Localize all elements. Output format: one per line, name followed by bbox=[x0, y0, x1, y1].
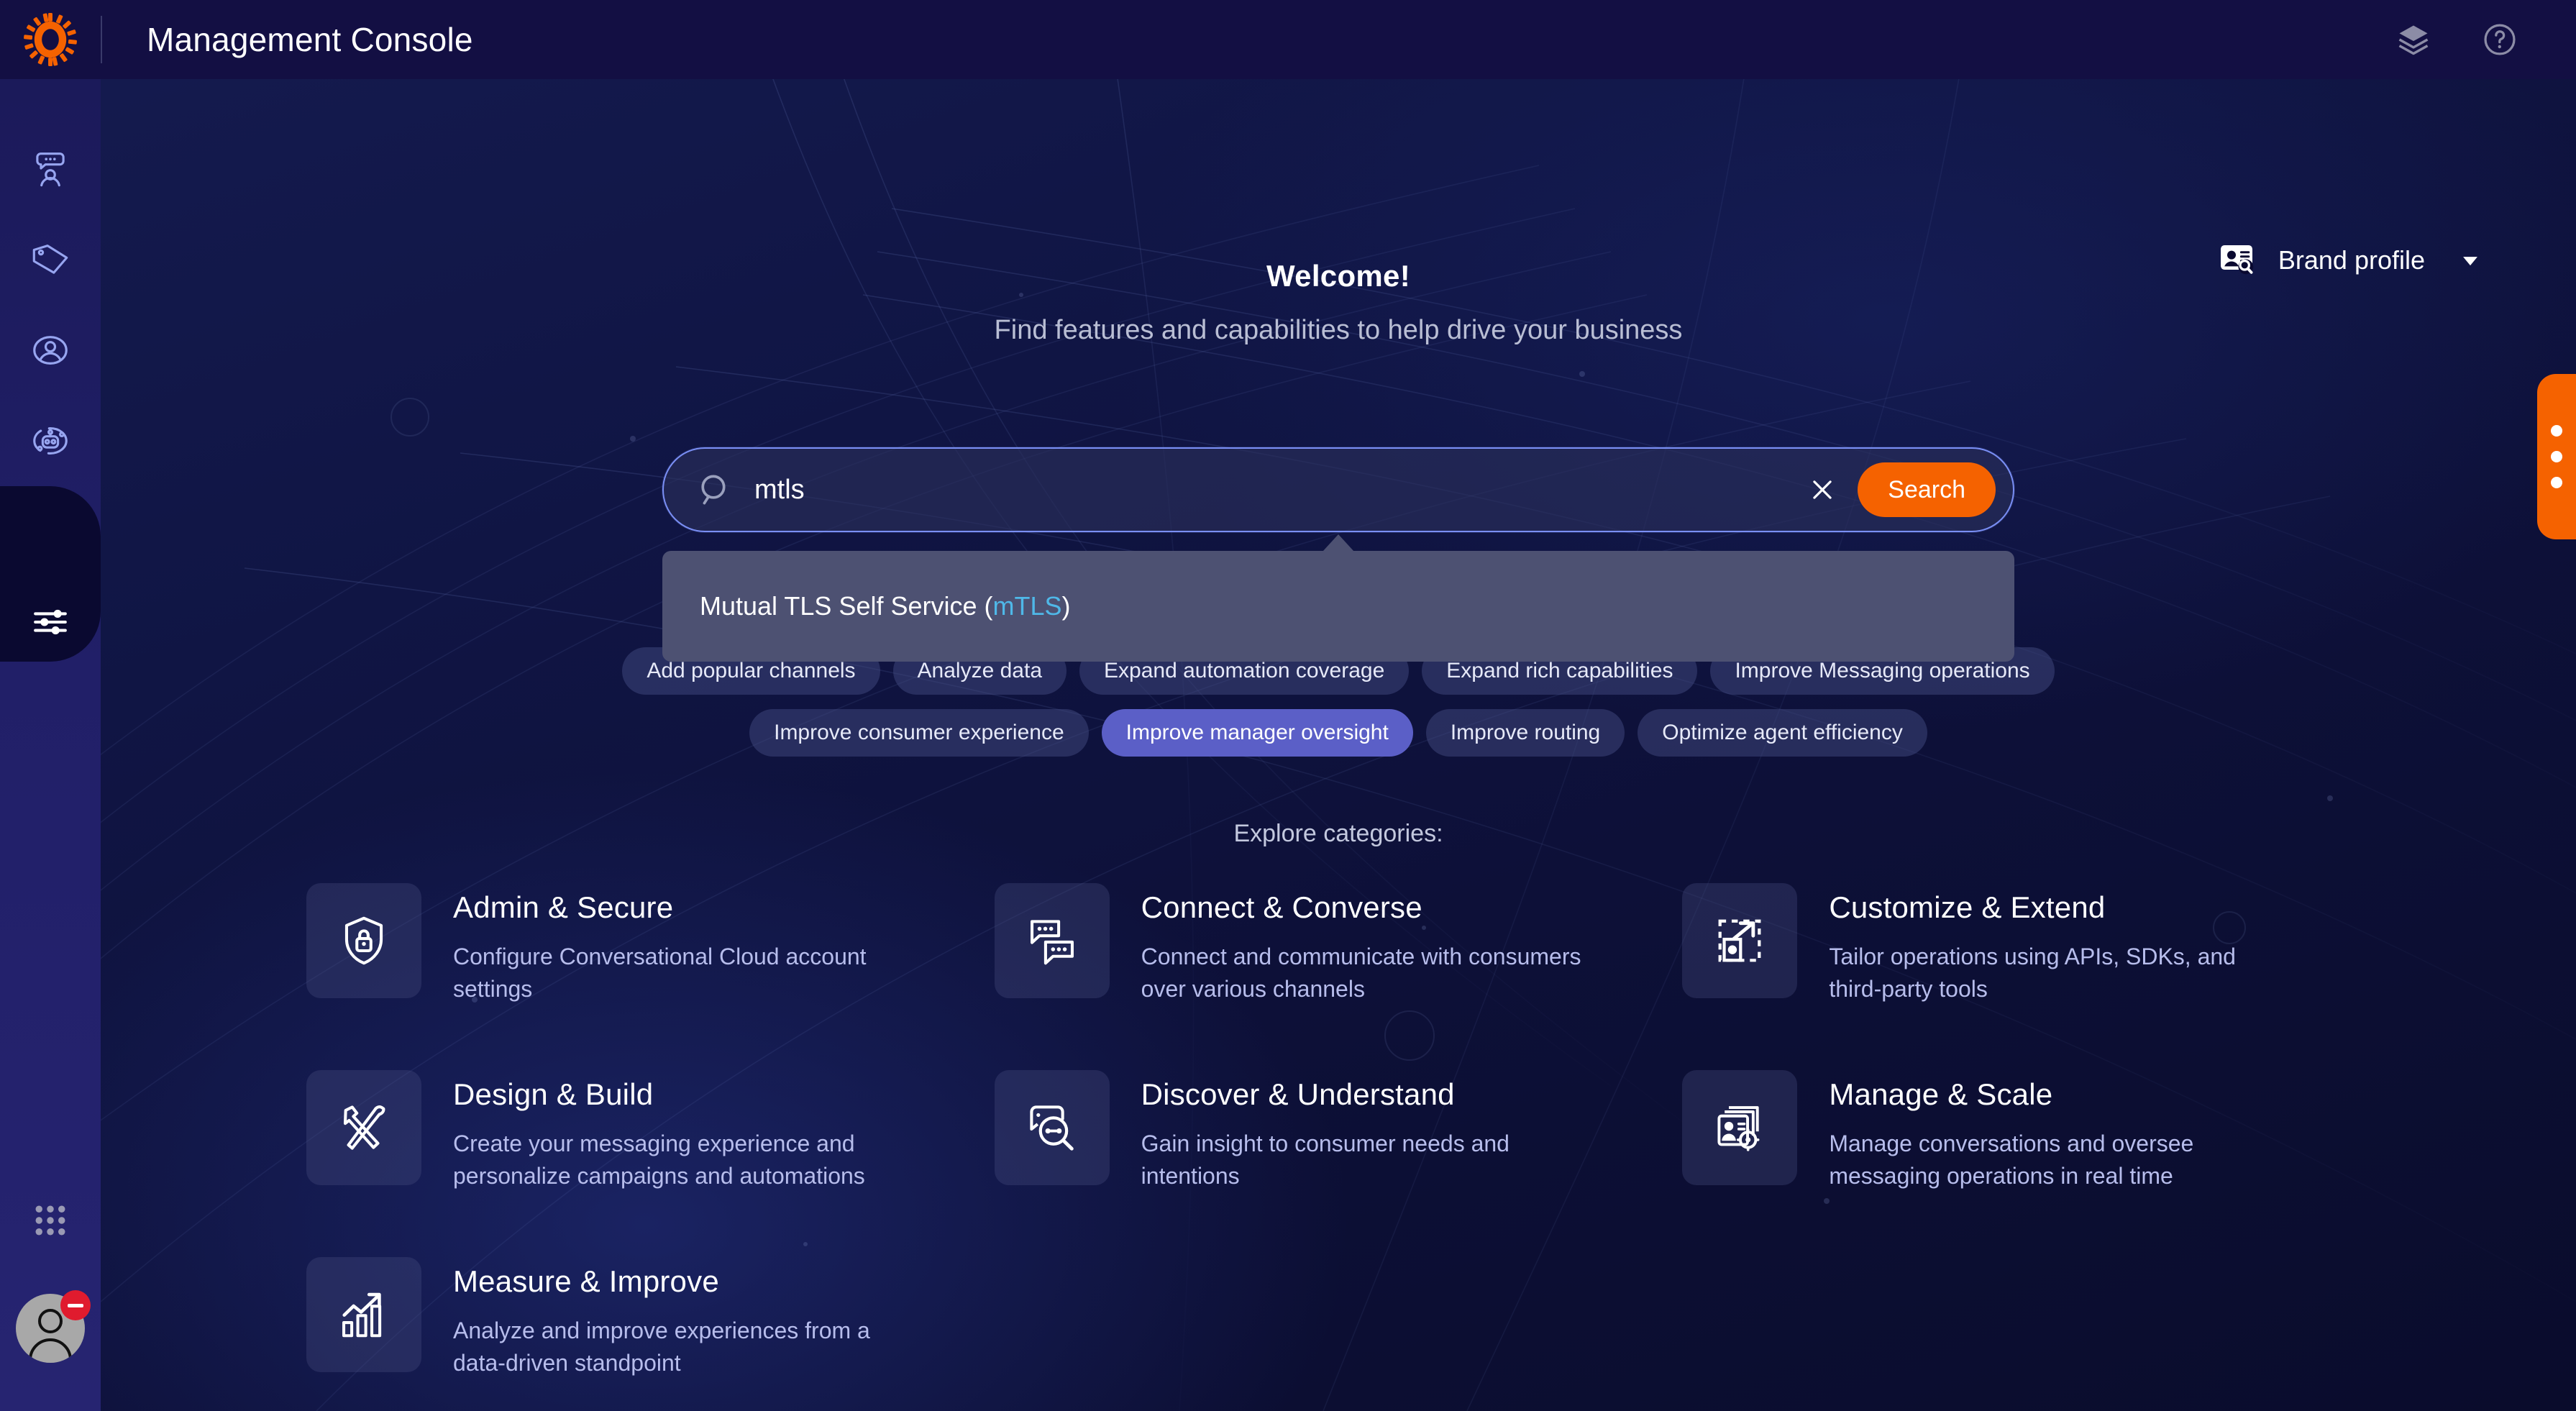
category-card-measure-improve[interactable]: Measure & Improve Analyze and improve ex… bbox=[306, 1257, 995, 1411]
chip-improve-manager-oversight[interactable]: Improve manager oversight bbox=[1101, 709, 1413, 757]
app-logo[interactable] bbox=[0, 0, 101, 79]
chat-bubbles-icon bbox=[1030, 920, 1074, 965]
chip-improve-consumer-experience[interactable]: Improve consumer experience bbox=[749, 709, 1089, 757]
chip-improve-routing[interactable]: Improve routing bbox=[1425, 709, 1625, 757]
category-card-admin-secure[interactable]: Admin & Secure Configure Conversational … bbox=[306, 883, 995, 1070]
sidebar-bottom bbox=[0, 1166, 101, 1382]
brand-profile-label: Brand profile bbox=[2278, 245, 2425, 275]
category-icon-tile bbox=[994, 1070, 1110, 1185]
category-icon-tile bbox=[994, 883, 1110, 998]
search-suggestions-dropdown: Mutual TLS Self Service (mTLS) bbox=[662, 551, 2014, 662]
category-card-connect-converse[interactable]: Connect & Converse Connect and communica… bbox=[994, 883, 1683, 1070]
hero-section: Welcome! Find features and capabilities … bbox=[101, 259, 2576, 346]
sliders-icon bbox=[34, 609, 67, 635]
gear-logo-icon bbox=[24, 13, 77, 66]
main-canvas: Brand profile Welcome! Find features and… bbox=[101, 79, 2576, 1411]
sidebar-item-profile[interactable] bbox=[0, 305, 101, 396]
extend-arrow-icon bbox=[1718, 919, 1761, 962]
search-submit-button[interactable]: Search bbox=[1858, 462, 1996, 517]
search-section: Search Mutual TLS Self Service (mTLS) bbox=[662, 447, 2014, 662]
category-icon-tile bbox=[1682, 883, 1798, 998]
sidebar-item-bot[interactable] bbox=[0, 396, 101, 486]
category-text: Customize & Extend Tailor operations usi… bbox=[1829, 883, 2289, 1006]
category-desc: Create your messaging experience and per… bbox=[453, 1131, 865, 1189]
category-title: Measure & Improve bbox=[453, 1264, 719, 1298]
header-divider bbox=[101, 16, 102, 63]
sidebar-item-agent-chat[interactable] bbox=[0, 124, 101, 214]
category-title: Connect & Converse bbox=[1141, 890, 1422, 924]
chip-optimize-agent-efficiency[interactable]: Optimize agent efficiency bbox=[1638, 709, 1927, 757]
category-desc: Analyze and improve experiences from a d… bbox=[453, 1318, 870, 1376]
three-dots-icon-dot bbox=[2551, 477, 2562, 488]
app-grid-button[interactable] bbox=[0, 1166, 101, 1274]
brand-profile-icon bbox=[2220, 245, 2254, 275]
hero-subtitle: Find features and capabilities to help d… bbox=[994, 315, 1683, 345]
category-title: Customize & Extend bbox=[1829, 890, 2106, 924]
top-header: Management Console bbox=[0, 0, 2576, 79]
app-grid-icon bbox=[35, 1205, 65, 1236]
left-sidebar bbox=[0, 79, 101, 1411]
category-icon-tile bbox=[1682, 1070, 1798, 1185]
category-title: Admin & Secure bbox=[453, 890, 674, 924]
suggestion-item[interactable]: Mutual TLS Self Service (mTLS) bbox=[700, 591, 1977, 621]
category-text: Discover & Understand Gain insight to co… bbox=[1141, 1070, 1602, 1193]
bot-icon bbox=[33, 427, 68, 455]
filter-chips: Add popular channels Analyze data Expand… bbox=[622, 647, 2055, 771]
category-text: Design & Build Create your messaging exp… bbox=[453, 1070, 913, 1193]
brand-profile-selector[interactable]: Brand profile bbox=[2219, 243, 2483, 278]
category-icon-tile bbox=[306, 1257, 421, 1372]
cards-person-gear-icon bbox=[1717, 1106, 1760, 1151]
tools-icon bbox=[343, 1105, 385, 1150]
layers-icon[interactable] bbox=[2395, 21, 2432, 58]
category-title: Design & Build bbox=[453, 1077, 654, 1111]
shield-lock-icon bbox=[344, 916, 383, 965]
three-dots-icon-dot bbox=[2551, 451, 2562, 462]
bar-chart-trend-icon bbox=[342, 1292, 382, 1338]
close-icon bbox=[1813, 480, 1832, 499]
explore-categories-label: Explore categories: bbox=[1233, 820, 1443, 847]
category-title: Discover & Understand bbox=[1141, 1077, 1455, 1111]
header-actions bbox=[2395, 21, 2576, 58]
suggestion-highlight: mTLS bbox=[992, 591, 1062, 621]
page-title: Management Console bbox=[147, 21, 473, 58]
suggestion-suffix: ) bbox=[1061, 591, 1071, 621]
category-text: Manage & Scale Manage conversations and … bbox=[1829, 1070, 2289, 1193]
category-desc: Manage conversations and oversee messagi… bbox=[1829, 1131, 2194, 1189]
clear-search-button[interactable] bbox=[1800, 467, 1845, 512]
hero-title: Welcome! bbox=[1266, 259, 1410, 293]
search-input[interactable] bbox=[754, 474, 1801, 506]
category-grid: Admin & Secure Configure Conversational … bbox=[306, 883, 2370, 1411]
user-avatar-button[interactable] bbox=[0, 1274, 101, 1382]
search-bar[interactable]: Search bbox=[662, 447, 2014, 532]
app-root: Management Console Brand profile Welcome… bbox=[0, 0, 2576, 1411]
category-desc: Connect and communicate with consumers o… bbox=[1141, 944, 1581, 1003]
category-text: Connect & Converse Connect and communica… bbox=[1141, 883, 1602, 1006]
chat-search-icon bbox=[1030, 1105, 1074, 1151]
user-circle-icon bbox=[33, 336, 68, 365]
chevron-down-icon bbox=[2463, 257, 2477, 266]
category-text: Admin & Secure Configure Conversational … bbox=[453, 883, 913, 1006]
status-badge-dnd bbox=[60, 1290, 91, 1320]
category-card-manage-scale[interactable]: Manage & Scale Manage conversations and … bbox=[1682, 1070, 2370, 1257]
category-desc: Configure Conversational Cloud account s… bbox=[453, 944, 867, 1003]
category-desc: Tailor operations using APIs, SDKs, and … bbox=[1829, 944, 2236, 1003]
help-icon[interactable] bbox=[2481, 21, 2518, 58]
category-icon-tile bbox=[306, 1070, 421, 1185]
category-title: Manage & Scale bbox=[1829, 1077, 2053, 1111]
tag-icon bbox=[32, 245, 68, 274]
suggestion-prefix: Mutual TLS Self Service ( bbox=[700, 591, 993, 621]
more-options-tab[interactable] bbox=[2537, 374, 2576, 539]
category-card-discover-understand[interactable]: Discover & Understand Gain insight to co… bbox=[994, 1070, 1683, 1257]
category-card-design-build[interactable]: Design & Build Create your messaging exp… bbox=[306, 1070, 995, 1257]
category-text: Measure & Improve Analyze and improve ex… bbox=[453, 1257, 913, 1380]
category-desc: Gain insight to consumer needs and inten… bbox=[1141, 1131, 1509, 1189]
category-card-customize-extend[interactable]: Customize & Extend Tailor operations usi… bbox=[1682, 883, 2370, 1070]
sidebar-item-tags[interactable] bbox=[0, 214, 101, 305]
search-icon bbox=[701, 475, 726, 505]
category-icon-tile bbox=[306, 883, 421, 998]
three-dots-icon-dot bbox=[2551, 425, 2562, 437]
chip-row: Improve consumer experience Improve mana… bbox=[655, 709, 2022, 757]
chat-person-icon bbox=[36, 152, 65, 187]
